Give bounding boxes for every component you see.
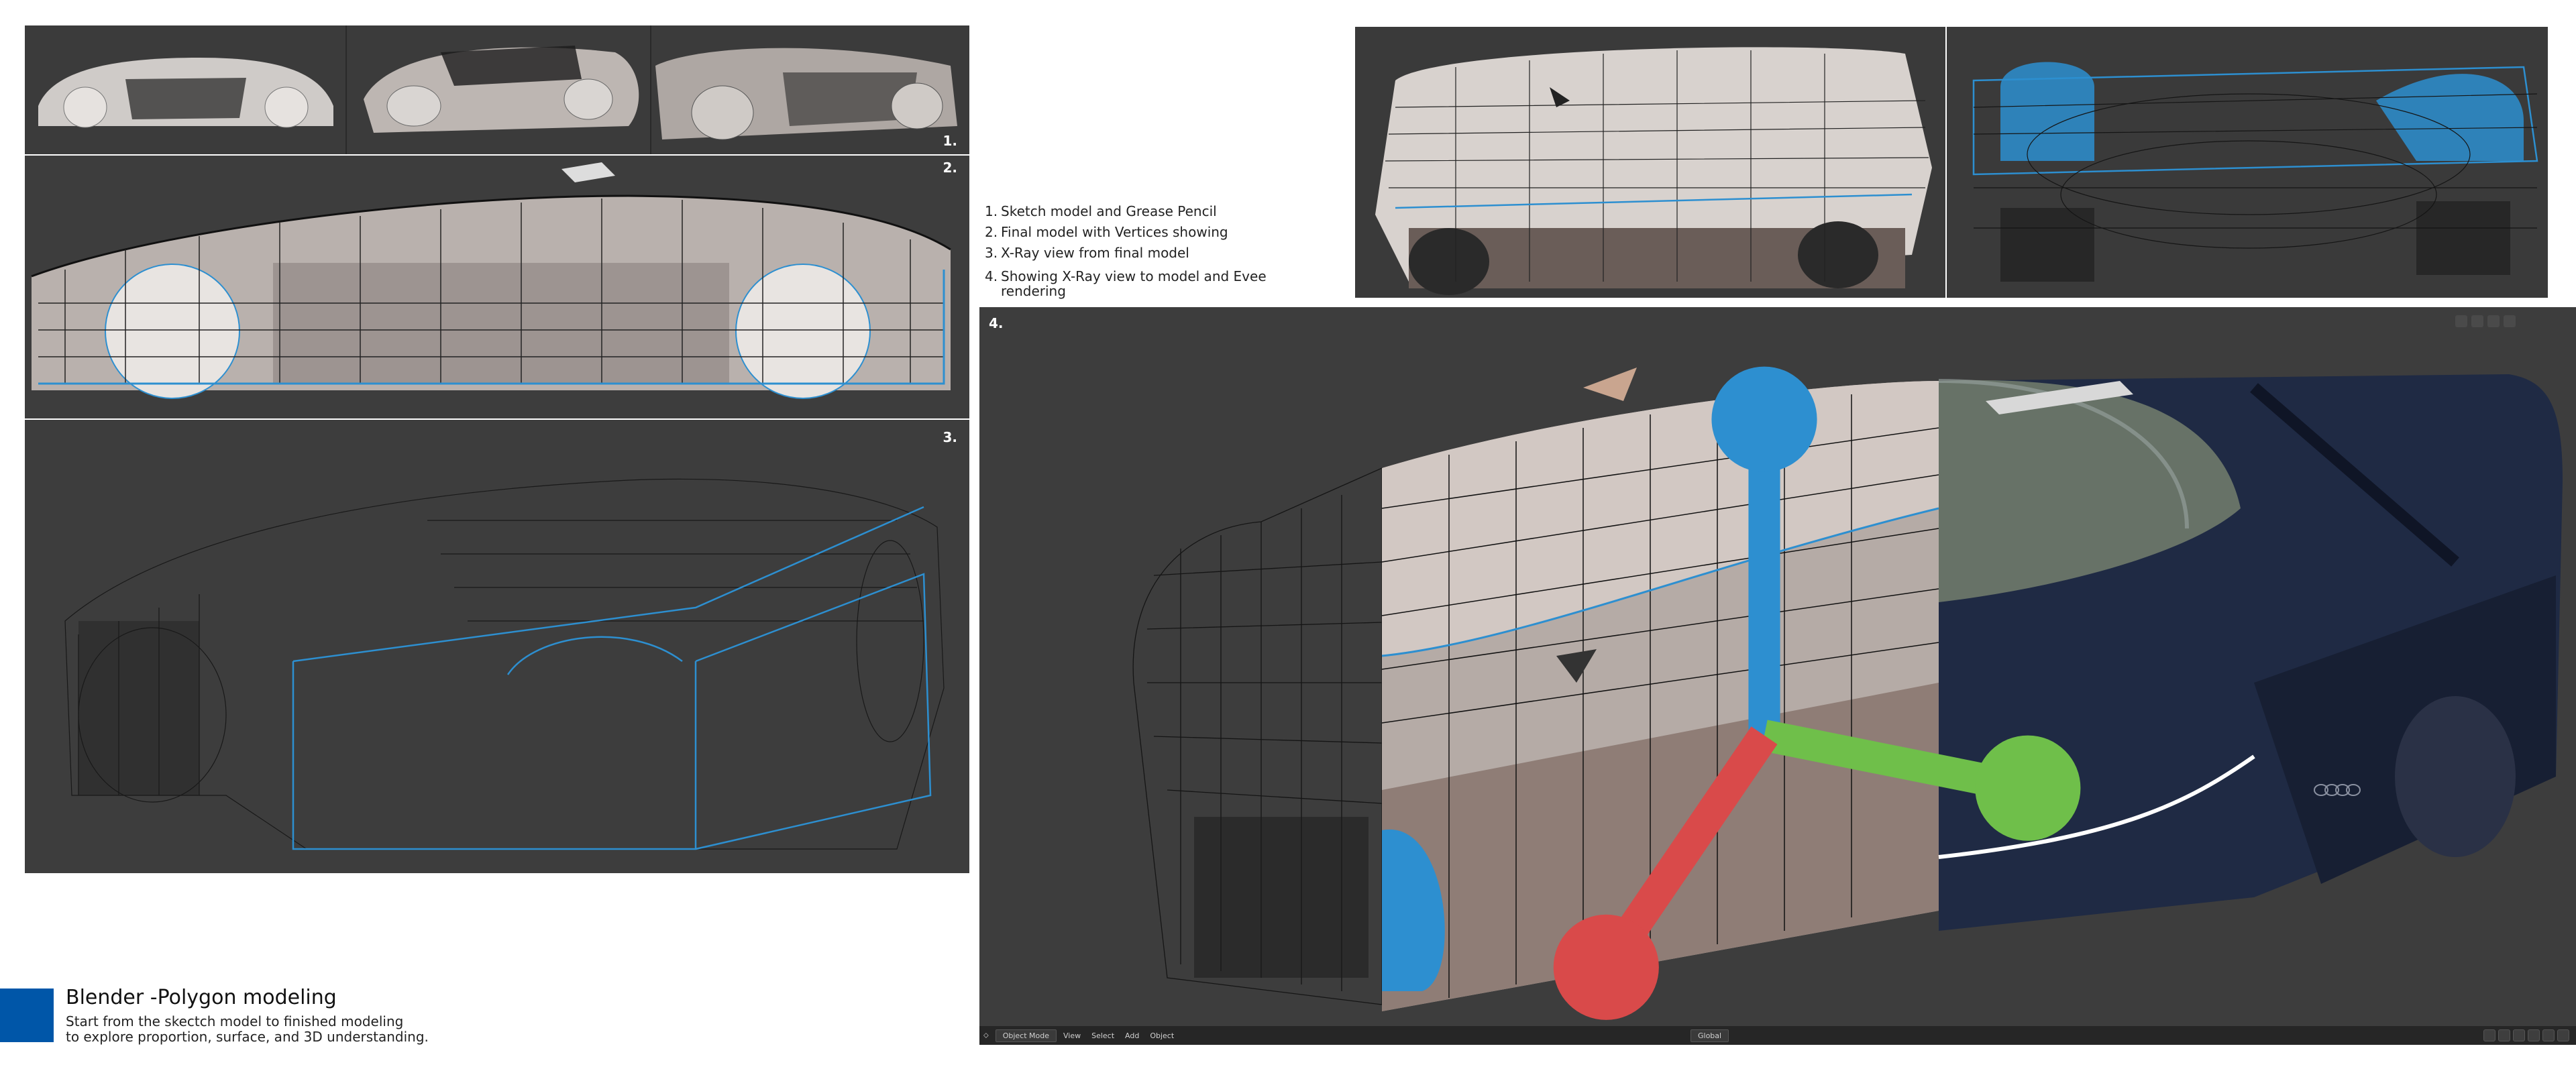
legend-item-number: 1. [985, 203, 998, 219]
page-subtitle: Start from the skectch model to finished… [66, 1014, 549, 1045]
menu-view[interactable]: View [1059, 1030, 1085, 1041]
xray-top-view-graphic [1947, 27, 2548, 298]
legend-item-1: 1. Sketch model and Grease Pencil [985, 201, 1280, 222]
panel-final-model-vertices: 2. [25, 156, 969, 418]
render-top-view-graphic [1355, 27, 1945, 298]
xray-icon[interactable] [2498, 1029, 2510, 1041]
accent-bar [0, 989, 54, 1042]
menu-select[interactable]: Select [1087, 1030, 1118, 1041]
rendered-shading-icon[interactable] [2557, 1029, 2569, 1041]
legend-item-text: Sketch model and Grease Pencil [1001, 203, 1217, 219]
cursor-icon[interactable]: ⬦ [979, 1029, 993, 1041]
shading-buttons [2483, 1029, 2576, 1041]
viewport-status-bar: ⬦ Object Mode View Select Add Object Glo… [979, 1026, 2576, 1045]
legend-item-text: X-Ray view from final model [1001, 245, 1189, 261]
subtitle-line-2: to explore proportion, surface, and 3D u… [66, 1029, 429, 1045]
legend-item-number: 3. [985, 245, 998, 261]
legend-item-2: 2. Final model with Vertices showing [985, 222, 1280, 243]
material-shading-icon[interactable] [2542, 1029, 2555, 1041]
subtitle-line-1: Start from the skectch model to finished… [66, 1013, 404, 1029]
panel-top-right-render [1355, 27, 1945, 298]
panel-sketch-models: 1. [25, 25, 969, 154]
gizmo-axes-icon[interactable] [979, 314, 2563, 1045]
transform-orientation: Global [1690, 1029, 1731, 1042]
legend-item-number: 4. [985, 268, 998, 284]
legend-item-text: Showing X-Ray view to model and Evee ren… [1001, 268, 1267, 299]
orientation-dropdown[interactable]: Global [1690, 1029, 1729, 1042]
panel-3-label: 3. [943, 429, 957, 445]
sketch-cars-graphic [25, 25, 969, 154]
blender-viewport[interactable]: 4. ⬦ Object Mode View Select Add Object … [979, 307, 2576, 1045]
wireframe-shading-icon[interactable] [2513, 1029, 2525, 1041]
menu-object[interactable]: Object [1146, 1030, 1178, 1041]
page-title: Blender -Polygon modeling [66, 986, 337, 1009]
legend-item-3: 3. X-Ray view from final model [985, 243, 1280, 264]
menu-add[interactable]: Add [1121, 1030, 1143, 1041]
legend-list: 1. Sketch model and Grease Pencil 2. Fin… [985, 201, 1280, 298]
legend-item-number: 2. [985, 224, 998, 240]
panel-top-right-xray [1947, 27, 2548, 298]
panel-1-label: 1. [943, 133, 957, 149]
panel-xray-view: 3. [25, 420, 969, 873]
overlay-icon[interactable] [2483, 1029, 2496, 1041]
legend-item-4: 4. Showing X-Ray view to model and Evee … [985, 266, 1280, 298]
xray-wireframe-graphic [25, 420, 969, 873]
solid-shading-icon[interactable] [2528, 1029, 2540, 1041]
legend-item-text: Final model with Vertices showing [1001, 224, 1228, 240]
vertices-model-graphic [25, 156, 969, 418]
object-mode-dropdown[interactable]: Object Mode [995, 1029, 1057, 1042]
panel-2-label: 2. [943, 160, 957, 176]
